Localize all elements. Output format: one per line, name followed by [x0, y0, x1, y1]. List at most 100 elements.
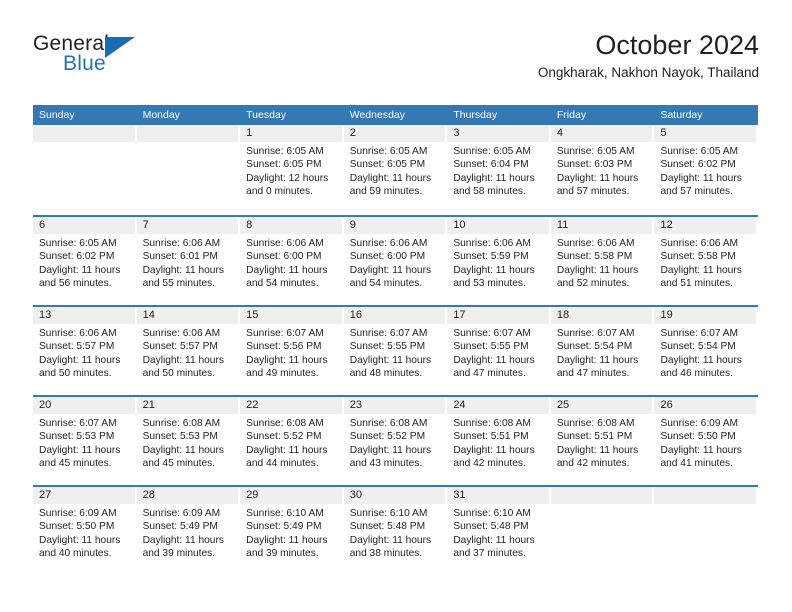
day-detail-sunset: Sunset: 5:54 PM — [660, 341, 736, 353]
calendar-day-cell[interactable]: 22 Sunrise: 6:08 AM Sunset: 5:52 PM Dayligh… — [240, 397, 344, 485]
day-number: 12 — [654, 217, 757, 234]
day-number: 25 — [550, 397, 653, 414]
calendar-day-cell[interactable]: 6 Sunrise: 6:05 AM Sunset: 6:02 PM Daylight… — [33, 217, 137, 305]
calendar-day-cell[interactable]: 13 Sunrise: 6:06 AM Sunset: 5:57 PM Dayligh… — [33, 307, 137, 395]
day-detail-sunset: Sunset: 5:57 PM — [39, 341, 115, 353]
calendar-day-cell[interactable]: 7 Sunrise: 6:06 AM Sunset: 6:01 PM Daylight… — [136, 217, 241, 305]
calendar-day-cell[interactable]: 23 Sunrise: 6:08 AM Sunset: 5:52 PM Dayligh… — [343, 397, 448, 485]
day-details: Sunrise: 6:06 AM Sunset: 5:58 PM Daylight:… — [654, 234, 756, 291]
day-detail-daylight2: and 38 minutes. — [349, 548, 423, 560]
day-details: Sunrise: 6:07 AM Sunset: 5:54 PM Daylight:… — [654, 324, 756, 381]
calendar-day-cell[interactable]: 26 Sunrise: 6:09 AM Sunset: 5:50 PM Dayligh… — [654, 397, 758, 485]
day-detail-sunset: Sunset: 5:57 PM — [142, 341, 218, 353]
calendar-day-cell[interactable]: 15 Sunrise: 6:07 AM Sunset: 5:56 PM Dayligh… — [240, 307, 344, 395]
calendar-day-cell[interactable]: 4 Sunrise: 6:05 AM Sunset: 6:03 PM Daylight… — [550, 125, 655, 215]
day-detail-daylight2: and 44 minutes. — [246, 458, 319, 470]
day-detail-daylight1: Daylight: 11 hours — [349, 172, 432, 184]
day-cell-inner: 30 Sunrise: 6:10 AM Sunset: 5:48 PM Dayligh… — [343, 487, 446, 575]
day-detail-daylight1: Daylight: 11 hours — [39, 534, 121, 546]
calendar-day-cell[interactable]: 12 Sunrise: 6:06 AM Sunset: 5:58 PM Dayligh… — [654, 217, 758, 305]
day-cell-inner: 25 Sunrise: 6:08 AM Sunset: 5:51 PM Dayligh… — [550, 397, 653, 485]
day-detail-sunrise: Sunrise: 6:10 AM — [349, 508, 428, 519]
day-cell-inner: 15 Sunrise: 6:07 AM Sunset: 5:56 PM Dayligh… — [240, 307, 342, 395]
day-detail-daylight2: and 37 minutes. — [453, 548, 526, 560]
calendar-day-cell[interactable]: 14 Sunrise: 6:06 AM Sunset: 5:57 PM Dayligh… — [136, 307, 241, 395]
day-detail-sunset: Sunset: 5:58 PM — [660, 251, 736, 263]
day-detail-sunrise: Sunrise: 6:05 AM — [660, 146, 739, 157]
calendar-day-cell[interactable]: 20 Sunrise: 6:07 AM Sunset: 5:53 PM Dayligh… — [33, 397, 137, 485]
day-cell-inner: 19 Sunrise: 6:07 AM Sunset: 5:54 PM Dayligh… — [654, 307, 757, 395]
day-details: Sunrise: 6:07 AM Sunset: 5:54 PM Daylight:… — [551, 324, 653, 381]
day-detail-daylight1: Daylight: 11 hours — [453, 354, 535, 366]
day-details: Sunrise: 6:08 AM Sunset: 5:52 PM Daylight:… — [344, 414, 446, 471]
day-detail-sunset: Sunset: 5:56 PM — [246, 341, 322, 353]
calendar-day-cell[interactable]: 18 Sunrise: 6:07 AM Sunset: 5:54 PM Dayligh… — [550, 307, 655, 395]
day-detail-sunset: Sunset: 5:51 PM — [453, 431, 529, 443]
day-details: Sunrise: 6:09 AM Sunset: 5:49 PM Daylight:… — [137, 504, 239, 561]
page-title: October 2024 — [595, 30, 759, 60]
day-cell-inner: 24 Sunrise: 6:08 AM Sunset: 5:51 PM Dayligh… — [447, 397, 549, 485]
calendar-day-cell[interactable]: 1 Sunrise: 6:05 AM Sunset: 6:05 PM Daylight… — [240, 125, 344, 215]
calendar-day-cell[interactable]: 19 Sunrise: 6:07 AM Sunset: 5:54 PM Dayligh… — [654, 307, 758, 395]
day-detail-daylight1: Daylight: 11 hours — [453, 172, 535, 184]
day-number: 7 — [136, 217, 239, 234]
day-number: 20 — [33, 397, 135, 414]
calendar-day-cell[interactable]: 21 Sunrise: 6:08 AM Sunset: 5:53 PM Dayligh… — [136, 397, 241, 485]
day-detail-daylight2: and 54 minutes. — [349, 278, 423, 290]
day-detail-sunrise: Sunrise: 6:06 AM — [142, 238, 221, 249]
day-detail-sunset: Sunset: 6:04 PM — [453, 159, 529, 171]
day-detail-daylight2: and 56 minutes. — [39, 278, 112, 290]
day-detail-sunset: Sunset: 6:05 PM — [246, 159, 322, 171]
day-detail-daylight1: Daylight: 11 hours — [246, 354, 328, 366]
day-detail-sunrise: Sunrise: 6:08 AM — [556, 418, 635, 429]
calendar-day-cell[interactable]: 24 Sunrise: 6:08 AM Sunset: 5:51 PM Dayligh… — [447, 397, 551, 485]
day-number: 24 — [447, 397, 549, 414]
day-cell-inner: 29 Sunrise: 6:10 AM Sunset: 5:49 PM Dayligh… — [240, 487, 342, 575]
calendar-day-cell[interactable]: 2 Sunrise: 6:05 AM Sunset: 6:05 PM Daylight… — [343, 125, 448, 215]
day-detail-daylight1: Daylight: 11 hours — [349, 534, 432, 546]
weekday-header-wednesday: Wednesday — [349, 109, 405, 121]
day-detail-sunset: Sunset: 5:53 PM — [39, 431, 115, 443]
calendar-day-cell-empty — [136, 125, 241, 215]
day-detail-daylight2: and 55 minutes. — [142, 278, 216, 290]
day-detail-daylight2: and 39 minutes. — [246, 548, 319, 560]
calendar-day-cell[interactable]: 27 Sunrise: 6:09 AM Sunset: 5:50 PM Dayligh… — [33, 487, 137, 575]
day-detail-daylight2: and 46 minutes. — [660, 368, 733, 380]
calendar-day-cell[interactable]: 5 Sunrise: 6:05 AM Sunset: 6:02 PM Daylight… — [654, 125, 758, 215]
calendar-day-cell[interactable]: 8 Sunrise: 6:06 AM Sunset: 6:00 PM Daylight… — [240, 217, 344, 305]
day-number — [136, 125, 239, 142]
day-cell-inner: 22 Sunrise: 6:08 AM Sunset: 5:52 PM Dayligh… — [240, 397, 342, 485]
day-cell-inner: 3 Sunrise: 6:05 AM Sunset: 6:04 PM Daylight… — [447, 125, 549, 215]
calendar-body: 1 Sunrise: 6:05 AM Sunset: 6:05 PM Daylight… — [33, 125, 758, 575]
brand-logo[interactable]: General Blue — [33, 32, 233, 90]
calendar-day-cell[interactable]: 30 Sunrise: 6:10 AM Sunset: 5:48 PM Dayligh… — [343, 487, 448, 575]
weekday-header-friday: Friday — [556, 109, 587, 121]
calendar-day-cell[interactable]: 10 Sunrise: 6:06 AM Sunset: 5:59 PM Dayligh… — [447, 217, 551, 305]
calendar-day-cell[interactable]: 17 Sunrise: 6:07 AM Sunset: 5:55 PM Dayligh… — [447, 307, 551, 395]
day-details: Sunrise: 6:07 AM Sunset: 5:56 PM Daylight:… — [240, 324, 342, 381]
day-detail-sunrise: Sunrise: 6:06 AM — [453, 238, 531, 249]
calendar-day-cell[interactable]: 11 Sunrise: 6:06 AM Sunset: 5:58 PM Dayligh… — [550, 217, 655, 305]
weekday-header-monday: Monday — [142, 109, 180, 121]
brand-name-blue: Blue — [63, 52, 106, 75]
day-detail-sunrise: Sunrise: 6:05 AM — [453, 146, 531, 157]
calendar-day-cell[interactable]: 31 Sunrise: 6:10 AM Sunset: 5:48 PM Dayligh… — [447, 487, 551, 575]
calendar-day-cell-empty — [654, 487, 758, 575]
day-cell-inner — [550, 487, 653, 575]
day-detail-sunrise: Sunrise: 6:07 AM — [556, 328, 635, 339]
day-detail-sunrise: Sunrise: 6:05 AM — [349, 146, 428, 157]
calendar-day-cell[interactable]: 9 Sunrise: 6:06 AM Sunset: 6:00 PM Daylight… — [343, 217, 448, 305]
calendar-day-cell[interactable]: 28 Sunrise: 6:09 AM Sunset: 5:49 PM Dayligh… — [136, 487, 241, 575]
calendar-day-cell[interactable]: 3 Sunrise: 6:05 AM Sunset: 6:04 PM Daylight… — [447, 125, 551, 215]
day-number: 26 — [654, 397, 757, 414]
calendar-day-cell[interactable]: 16 Sunrise: 6:07 AM Sunset: 5:55 PM Dayligh… — [343, 307, 448, 395]
calendar-page: General Blue October 2024 Ongkharak, Nak… — [0, 0, 792, 612]
day-details: Sunrise: 6:06 AM Sunset: 5:58 PM Daylight:… — [551, 234, 653, 291]
day-detail-daylight1: Daylight: 11 hours — [142, 534, 224, 546]
day-number: 15 — [240, 307, 342, 324]
calendar-day-cell[interactable]: 29 Sunrise: 6:10 AM Sunset: 5:49 PM Dayligh… — [240, 487, 344, 575]
day-number: 28 — [136, 487, 239, 504]
day-detail-daylight1: Daylight: 11 hours — [660, 264, 742, 276]
day-cell-inner: 27 Sunrise: 6:09 AM Sunset: 5:50 PM Dayligh… — [33, 487, 135, 575]
calendar-day-cell[interactable]: 25 Sunrise: 6:08 AM Sunset: 5:51 PM Dayligh… — [550, 397, 655, 485]
